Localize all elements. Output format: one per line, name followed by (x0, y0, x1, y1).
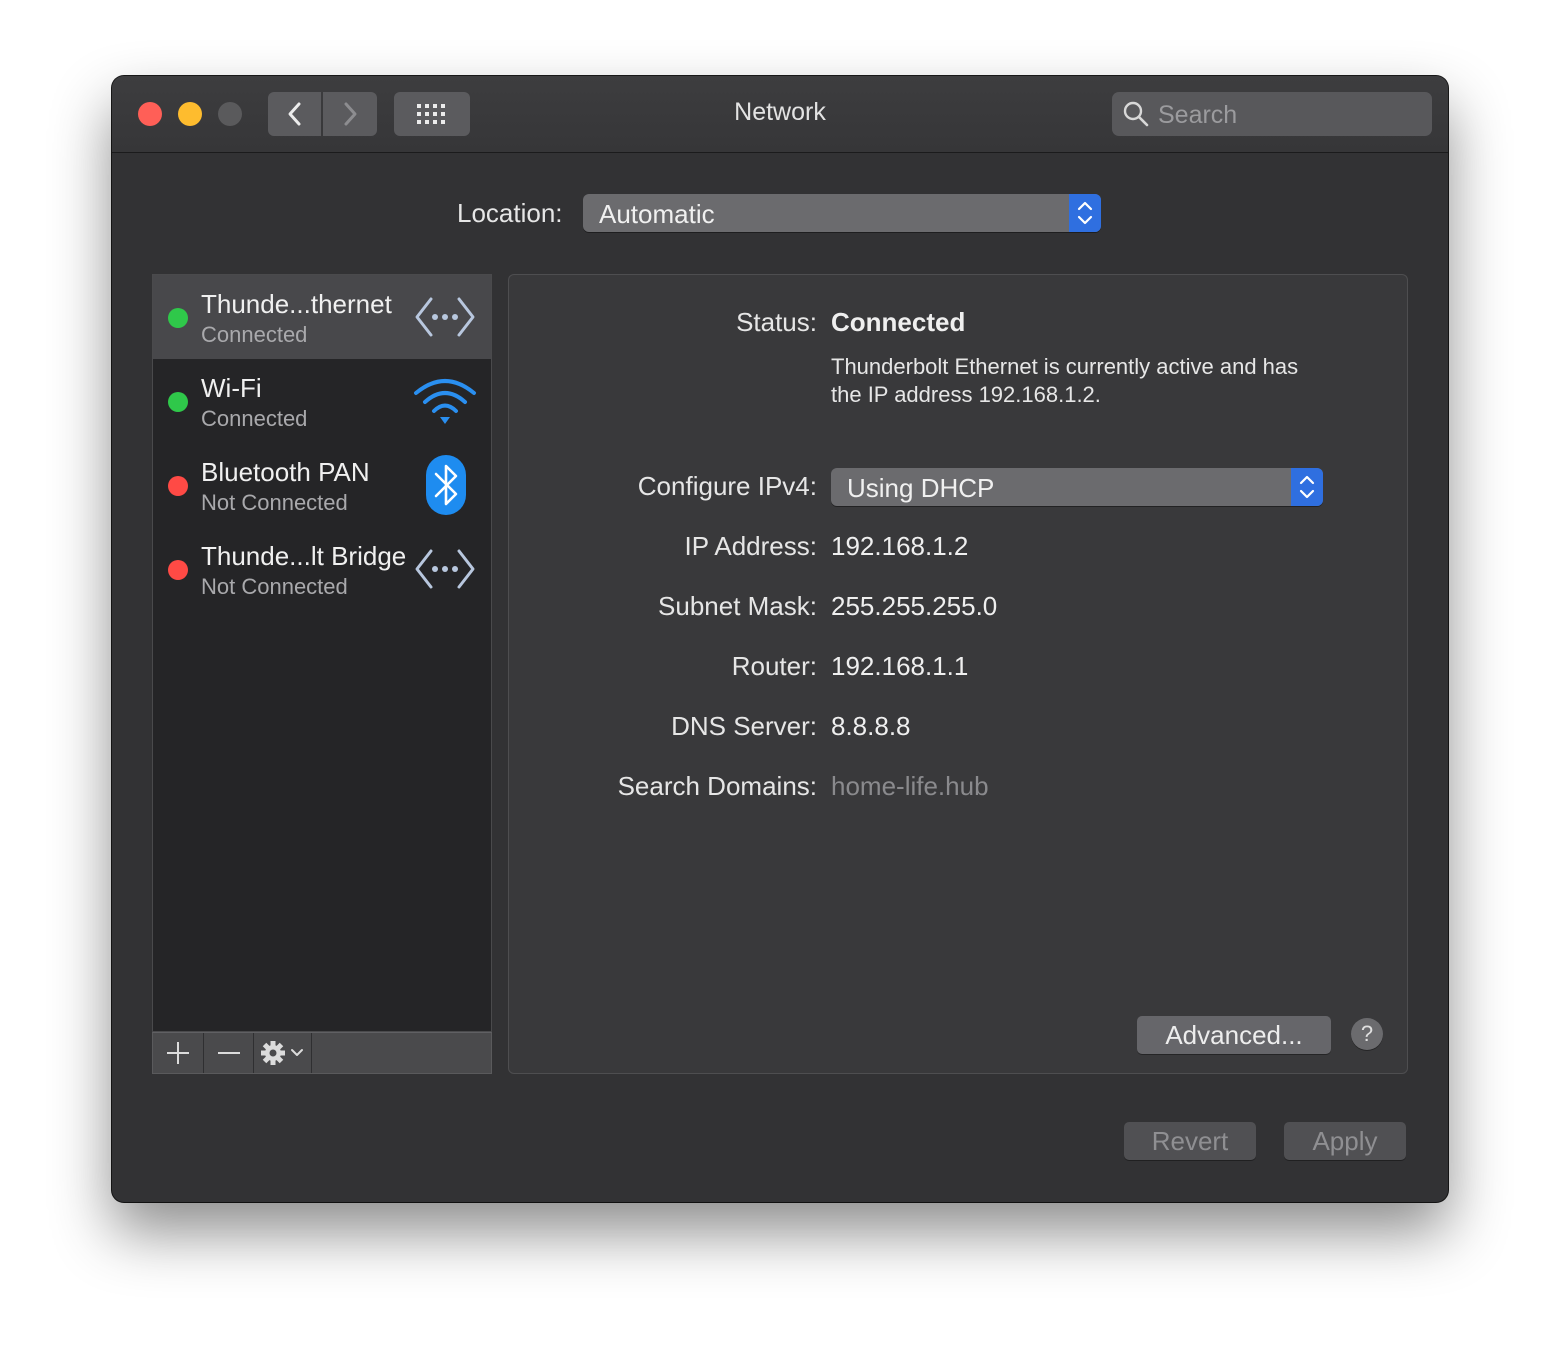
subnet-mask-value: 255.255.255.0 (831, 591, 998, 621)
status-label: Status: (736, 307, 817, 337)
service-item-thunderbolt-ethernet[interactable]: Thunde...thernet Connected (153, 275, 491, 359)
apply-button[interactable]: Apply (1284, 1122, 1406, 1160)
revert-button[interactable]: Revert (1124, 1122, 1256, 1160)
service-list: Thunde...thernet Connected Wi-Fi Connect… (152, 274, 492, 1032)
add-service-button[interactable] (153, 1033, 204, 1073)
configure-ipv4-value: Using DHCP (847, 473, 995, 503)
status-dot (168, 392, 188, 412)
popup-stepper-icon (1069, 194, 1101, 232)
action-menu-button[interactable] (254, 1033, 312, 1073)
gear-icon (260, 1041, 303, 1065)
popup-stepper-icon (1291, 468, 1323, 506)
wifi-icon (414, 379, 476, 424)
search-field[interactable] (1112, 92, 1432, 138)
help-button[interactable]: ? (1351, 1018, 1383, 1050)
service-item-thunderbolt-bridge[interactable]: Thunde...lt Bridge Not Connected (153, 527, 491, 611)
router-label: Router: (731, 651, 817, 681)
service-item-bluetooth-pan[interactable]: Bluetooth PAN Not Connected (153, 443, 491, 527)
dns-server-value: 8.8.8.8 (831, 711, 911, 741)
ip-address-label: IP Address: (684, 531, 818, 561)
service-state: Connected (201, 322, 308, 347)
location-popup[interactable]: Automatic (583, 194, 1101, 232)
status-value: Connected (831, 307, 966, 337)
ip-address-value: 192.168.1.2 (831, 531, 969, 561)
service-list-toolbar (152, 1032, 492, 1074)
minus-icon (217, 1052, 240, 1054)
service-state: Connected (201, 406, 308, 431)
service-name: Thunde...thernet (201, 289, 392, 319)
search-input[interactable] (1156, 92, 1420, 138)
subnet-mask-label: Subnet Mask: (658, 591, 817, 621)
network-preferences-window: Network Location: Automatic Thunde...the… (112, 76, 1448, 1202)
search-icon (1123, 101, 1149, 127)
service-state: Not Connected (201, 490, 348, 515)
location-value: Automatic (599, 199, 715, 229)
bluetooth-icon (426, 455, 466, 515)
titlebar: Network (112, 76, 1448, 153)
service-name: Thunde...lt Bridge (201, 541, 407, 571)
configure-ipv4-label: Configure IPv4: (637, 471, 817, 501)
status-description: Thunderbolt Ethernet is currently active… (831, 354, 1299, 407)
status-dot (168, 560, 188, 580)
ethernet-icon (415, 549, 475, 589)
advanced-button[interactable]: Advanced... (1137, 1016, 1331, 1054)
service-detail-panel: Status: Connected Thunderbolt Ethernet i… (508, 274, 1408, 1074)
service-state: Not Connected (201, 574, 348, 599)
dns-server-label: DNS Server: (671, 711, 817, 741)
ethernet-icon (415, 297, 475, 337)
router-value: 192.168.1.1 (831, 651, 969, 681)
plus-icon (167, 1042, 189, 1064)
status-dot (168, 476, 188, 496)
service-name: Bluetooth PAN (201, 457, 370, 487)
location-label: Location: (457, 198, 563, 228)
status-dot (168, 308, 188, 328)
service-item-wifi[interactable]: Wi-Fi Connected (153, 359, 491, 443)
configure-ipv4-popup[interactable]: Using DHCP (831, 468, 1323, 506)
search-domains-value: home-life.hub (831, 771, 989, 801)
remove-service-button[interactable] (204, 1033, 254, 1073)
service-name: Wi-Fi (201, 373, 262, 403)
search-domains-label: Search Domains: (617, 771, 817, 801)
